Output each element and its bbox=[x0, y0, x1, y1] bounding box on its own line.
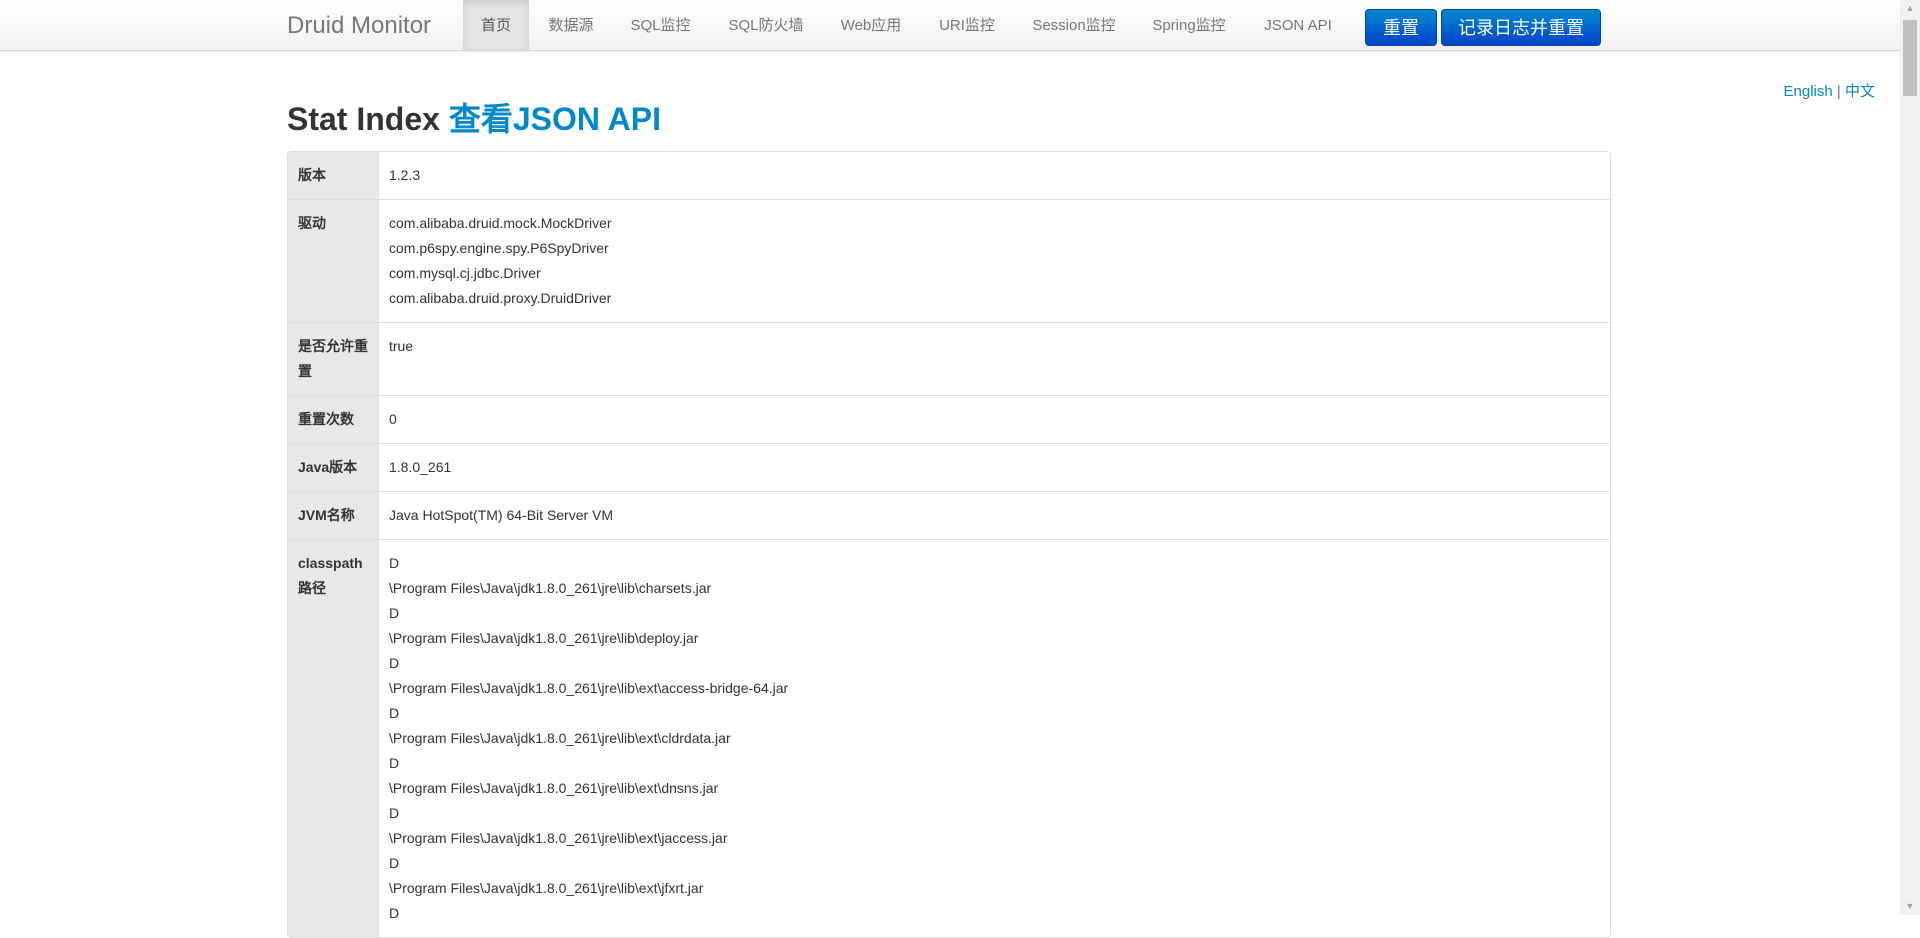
top-navbar: Druid Monitor 首页 数据源 SQL监控 SQL防火墙 Web应用 … bbox=[0, 0, 1900, 51]
table-row: 重置次数 0 bbox=[288, 395, 1610, 443]
value-line: D bbox=[389, 905, 400, 921]
row-label: 是否允许重置 bbox=[288, 322, 379, 395]
value-line: \Program Files\Java\jdk1.8.0_261\jre\lib… bbox=[389, 730, 731, 746]
row-value: 1.8.0_261 bbox=[379, 443, 1610, 491]
row-label: 重置次数 bbox=[288, 395, 379, 443]
lang-separator: | bbox=[1836, 83, 1841, 100]
nav-item-web-app[interactable]: Web应用 bbox=[824, 0, 918, 50]
brand-title[interactable]: Druid Monitor bbox=[287, 12, 431, 40]
view-json-api-link[interactable]: 查看JSON API bbox=[449, 101, 661, 137]
table-row: Java版本 1.8.0_261 bbox=[288, 443, 1610, 491]
nav-item-json-api[interactable]: JSON API bbox=[1246, 0, 1350, 50]
table-row: JVM名称 Java HotSpot(TM) 64-Bit Server VM bbox=[288, 491, 1610, 539]
row-label: 驱动 bbox=[288, 199, 379, 322]
scroll-down-icon[interactable]: ▼ bbox=[1900, 898, 1920, 915]
nav-item-session-monitor[interactable]: Session监控 bbox=[1016, 0, 1132, 50]
table-row: 版本 1.2.3 bbox=[288, 152, 1610, 199]
value-line: D bbox=[389, 805, 400, 821]
value-line: Java HotSpot(TM) 64-Bit Server VM bbox=[389, 507, 614, 523]
nav-item-home[interactable]: 首页 bbox=[463, 0, 529, 50]
row-label: Java版本 bbox=[288, 443, 379, 491]
value-line: \Program Files\Java\jdk1.8.0_261\jre\lib… bbox=[389, 630, 699, 646]
nav-item-sql-monitor[interactable]: SQL监控 bbox=[613, 0, 708, 50]
row-value: D \Program Files\Java\jdk1.8.0_261\jre\li… bbox=[379, 539, 1610, 937]
value-line: D bbox=[389, 705, 400, 721]
stat-index-table: 版本 1.2.3 驱动 com.alibaba.druid.mock.MockDriv… bbox=[287, 151, 1611, 938]
scroll-thumb[interactable] bbox=[1903, 20, 1917, 96]
nav-item-spring-monitor[interactable]: Spring监控 bbox=[1134, 0, 1244, 50]
language-switcher: English | 中文 bbox=[1784, 80, 1875, 101]
log-and-reset-button[interactable]: 记录日志并重置 bbox=[1441, 9, 1601, 46]
table-row: 驱动 com.alibaba.druid.mock.MockDriver com.p… bbox=[288, 199, 1610, 322]
value-line: com.p6spy.engine.spy.P6SpyDriver bbox=[389, 240, 609, 256]
value-line: com.alibaba.druid.proxy.DruidDriver bbox=[389, 290, 612, 306]
value-line: true bbox=[389, 338, 414, 354]
value-line: D bbox=[389, 855, 400, 871]
value-line: \Program Files\Java\jdk1.8.0_261\jre\lib… bbox=[389, 680, 789, 696]
lang-chinese-link[interactable]: 中文 bbox=[1845, 83, 1875, 100]
nav-item-datasource[interactable]: 数据源 bbox=[531, 0, 611, 50]
nav-item-sql-firewall[interactable]: SQL防火墙 bbox=[710, 0, 822, 50]
value-line: 0 bbox=[389, 411, 397, 427]
value-line: \Program Files\Java\jdk1.8.0_261\jre\lib… bbox=[389, 830, 728, 846]
nav-item-uri-monitor[interactable]: URI监控 bbox=[920, 0, 1014, 50]
reset-button[interactable]: 重置 bbox=[1365, 9, 1437, 46]
page-title-text: Stat Index bbox=[287, 101, 449, 137]
value-line: D bbox=[389, 755, 400, 771]
value-line: \Program Files\Java\jdk1.8.0_261\jre\lib… bbox=[389, 880, 704, 896]
row-value: com.alibaba.druid.mock.MockDriver com.p6s… bbox=[379, 199, 1610, 322]
value-line: \Program Files\Java\jdk1.8.0_261\jre\lib… bbox=[389, 780, 719, 796]
lang-english-link[interactable]: English bbox=[1784, 83, 1833, 100]
row-label: classpath路径 bbox=[288, 539, 379, 937]
vertical-scrollbar[interactable]: ▲ ▼ bbox=[1900, 0, 1920, 915]
value-line: D bbox=[389, 605, 400, 621]
table-row: 是否允许重置 true bbox=[288, 322, 1610, 395]
value-line: D bbox=[389, 555, 400, 571]
row-value: 1.2.3 bbox=[379, 152, 1610, 199]
row-value: Java HotSpot(TM) 64-Bit Server VM bbox=[379, 491, 1610, 539]
table-row: classpath路径 D \Program Files\Java\jdk1.8.0… bbox=[288, 539, 1610, 937]
value-line: com.mysql.cj.jdbc.Driver bbox=[389, 265, 541, 281]
value-line: 1.8.0_261 bbox=[389, 459, 452, 475]
value-line: 1.2.3 bbox=[389, 167, 421, 183]
page-title: Stat Index 查看JSON API bbox=[287, 94, 661, 140]
value-line: D bbox=[389, 655, 400, 671]
row-value: 0 bbox=[379, 395, 1610, 443]
value-line: \Program Files\Java\jdk1.8.0_261\jre\lib… bbox=[389, 580, 712, 596]
value-line: com.alibaba.druid.mock.MockDriver bbox=[389, 215, 612, 231]
row-label: 版本 bbox=[288, 152, 379, 199]
scroll-up-icon[interactable]: ▲ bbox=[1900, 0, 1920, 17]
row-label: JVM名称 bbox=[288, 491, 379, 539]
row-value: true bbox=[379, 322, 1610, 395]
